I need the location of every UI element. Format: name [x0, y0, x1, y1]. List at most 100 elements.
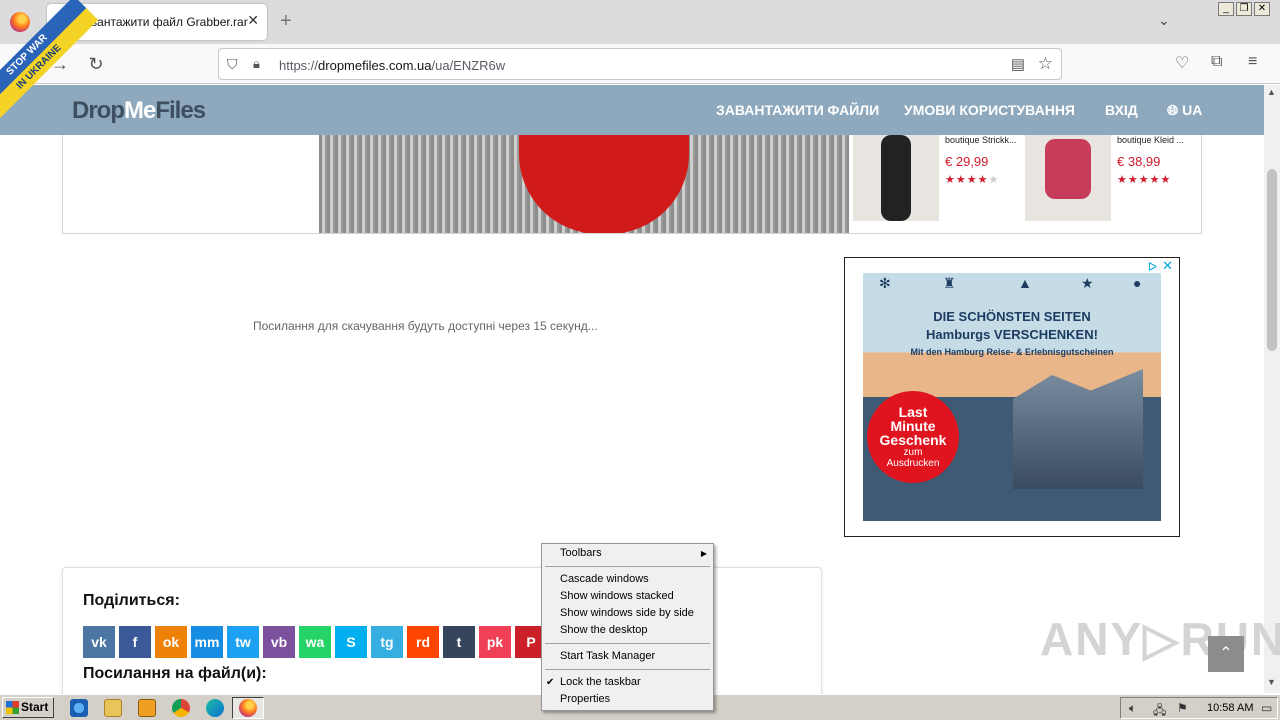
menu-item-properties[interactable]: Properties — [560, 693, 610, 705]
share-button-mm[interactable]: mm — [191, 626, 223, 658]
menu-item-task-manager[interactable]: Start Task Manager — [560, 650, 655, 662]
share-button-vb[interactable]: vb — [263, 626, 295, 658]
pocket-icon[interactable]: ♡ — [1175, 53, 1189, 73]
share-button-rd[interactable]: rd — [407, 626, 439, 658]
share-buttons: vk f ok mm tw vb wa Stg rd t pk P — [83, 626, 547, 658]
last-minute-badge: Last Minute Geschenk zum Ausdrucken — [867, 391, 959, 483]
scroll-to-top-button[interactable]: ⌃ — [1208, 636, 1244, 672]
ad-product-1[interactable]: boutique Strickk... € 29,99 ★★★★★ — [851, 135, 1026, 233]
ad-subline: Mit den Hamburg Reise- & Erlebnisgutsche… — [910, 347, 1114, 357]
ad-dress-photo[interactable] — [319, 135, 849, 233]
share-button-wa[interactable]: wa — [299, 626, 331, 658]
menu-separator — [545, 669, 710, 670]
ad-headline-1: DIE SCHÖNSTEN SEITEN — [933, 309, 1091, 324]
ad-headline-2: Hamburgs VERSCHENKEN! — [926, 327, 1098, 342]
browser-nav-bar: ← → ↻ ⛉ 🔒︎ https://dropmefiles.com.ua/ua… — [0, 44, 1280, 84]
top-banner-ad[interactable]: boutique Strickk... € 29,99 ★★★★★ boutiq… — [62, 135, 1202, 234]
reader-view-icon[interactable]: ▤ — [1011, 55, 1025, 73]
share-button-ok[interactable]: ok — [155, 626, 187, 658]
share-title: Поділиться: — [83, 592, 180, 609]
internet-explorer-icon[interactable] — [70, 699, 88, 717]
firefox-icon[interactable] — [10, 12, 30, 32]
firefox-icon — [239, 699, 257, 717]
elbphilharmonie-image — [1013, 369, 1143, 489]
url-bar[interactable]: ⛉ 🔒︎ https://dropmefiles.com.ua/ua/ENZR6… — [218, 48, 1062, 80]
nav-login[interactable]: ВХІД — [1105, 102, 1138, 118]
product-name: boutique Kleid ... — [1117, 135, 1185, 145]
product-price: € 29,99 — [945, 154, 989, 169]
media-player-icon[interactable] — [138, 699, 156, 717]
taskbar-context-menu: Toolbars ▶ Cascade windows Show windows … — [541, 543, 714, 711]
anyrun-watermark: ANY▷RUN — [1040, 613, 1280, 665]
menu-item-cascade[interactable]: Cascade windows — [560, 573, 649, 585]
url-text[interactable]: https://dropmefiles.com.ua/ua/ENZR6w — [279, 58, 505, 73]
reload-icon[interactable]: ↻ — [86, 54, 106, 74]
checkmark-icon: ✔ — [546, 677, 555, 688]
site-header: DropMeFiles ЗАВАНТАЖИТИ ФАЙЛИ УМОВИ КОРИ… — [0, 85, 1264, 135]
star-ornament-icon: ★ — [1081, 275, 1094, 291]
scroll-down-arrow-icon[interactable]: ▼ — [1267, 677, 1276, 687]
nav-terms-of-use[interactable]: УМОВИ КОРИСТУВАННЯ — [904, 102, 1075, 118]
browser-tab-bar: ➔ Завантажити файл Grabber.rar ✕ + ⌄ _ ❐… — [0, 0, 1280, 44]
chevron-up-icon: ⌃ — [1219, 645, 1233, 662]
share-button-tw[interactable]: tw — [227, 626, 259, 658]
bauble-ornament-icon: ● — [1133, 275, 1142, 291]
share-button-pk[interactable]: pk — [479, 626, 511, 658]
new-tab-button[interactable]: + — [280, 10, 292, 33]
taskbar-firefox-button[interactable] — [232, 697, 264, 719]
share-button-vk[interactable]: vk — [83, 626, 115, 658]
start-button[interactable]: Start — [2, 697, 54, 718]
volume-icon[interactable]: 🔈︎ — [1129, 701, 1136, 716]
tower-ornament-icon: ♜ — [943, 275, 956, 291]
close-window-button[interactable]: ✕ — [1254, 2, 1270, 16]
adchoices-icon[interactable]: ᐅ — [1148, 260, 1157, 274]
menu-item-lock-taskbar[interactable]: Lock the taskbar — [560, 676, 641, 688]
menu-separator — [545, 643, 710, 644]
show-desktop-icon[interactable]: ▭ — [1261, 701, 1272, 715]
share-button-f[interactable]: f — [119, 626, 151, 658]
reindeer-ornament-icon: ✻ — [879, 275, 891, 291]
share-button-t[interactable]: t — [443, 626, 475, 658]
share-button-tg[interactable]: tg — [371, 626, 403, 658]
product-rating: ★★★★★ — [945, 174, 1000, 186]
share-button-S[interactable]: S — [335, 626, 367, 658]
network-icon[interactable]: 🖧 — [1153, 701, 1166, 720]
product-image — [853, 135, 939, 221]
menu-item-toolbars[interactable]: Toolbars — [560, 547, 602, 559]
tree-ornament-icon: ▲ — [1018, 275, 1032, 291]
scroll-up-arrow-icon[interactable]: ▲ — [1267, 87, 1276, 97]
app-menu-icon[interactable]: ≡ — [1248, 53, 1257, 71]
hamburg-ad-image[interactable]: ✻ ♜ ▲ ★ ● DIE SCHÖNSTEN SEITEN Hamburgs … — [863, 273, 1161, 521]
start-label: Start — [21, 700, 49, 714]
nav-language[interactable]: 🌐︎ UA — [1167, 102, 1202, 119]
ad-product-2[interactable]: boutique Kleid ... € 38,99 ★★★★★ — [1023, 135, 1198, 233]
menu-separator — [545, 566, 710, 567]
menu-item-side-by-side[interactable]: Show windows side by side — [560, 607, 694, 619]
file-explorer-icon[interactable] — [104, 699, 122, 717]
taskbar-clock[interactable]: 10:58 AM — [1207, 702, 1253, 714]
restore-button[interactable]: ❐ — [1236, 2, 1252, 16]
bookmark-star-icon[interactable]: ☆ — [1038, 54, 1053, 74]
edge-icon[interactable] — [206, 699, 224, 717]
list-all-tabs-icon[interactable]: ⌄ — [1158, 12, 1170, 29]
lock-icon[interactable]: 🔒︎ — [253, 56, 260, 72]
extensions-icon[interactable]: ⧉ — [1211, 53, 1222, 71]
menu-item-show-desktop[interactable]: Show the desktop — [560, 624, 647, 636]
globe-icon: 🌐︎ — [1167, 102, 1179, 118]
tracking-shield-icon[interactable]: ⛉ — [227, 56, 238, 73]
side-ad[interactable]: ᐅ ✕ ✻ ♜ ▲ ★ ● DIE SCHÖNSTEN SEITEN Hambu… — [844, 257, 1180, 537]
window-controls: _ ❐ ✕ — [1218, 2, 1270, 16]
menu-item-stacked[interactable]: Show windows stacked — [560, 590, 674, 602]
dropmefiles-logo[interactable]: DropMeFiles — [72, 97, 206, 125]
chrome-icon[interactable] — [172, 699, 190, 717]
nav-upload-files[interactable]: ЗАВАНТАЖИТИ ФАЙЛИ — [716, 102, 879, 118]
ad-close-icon[interactable]: ✕ — [1162, 258, 1173, 274]
tab-title: Завантажити файл Grabber.rar — [77, 15, 248, 29]
submenu-arrow-icon: ▶ — [700, 549, 707, 558]
action-center-flag-icon[interactable]: ⚑ — [1177, 701, 1188, 715]
minimize-button[interactable]: _ — [1218, 2, 1234, 16]
page-scrollbar[interactable]: ▲ ▼ — [1264, 85, 1280, 693]
scrollbar-thumb[interactable] — [1267, 169, 1277, 351]
tab-close-icon[interactable]: ✕ — [247, 12, 259, 29]
file-links-title: Посилання на файл(и): — [83, 665, 267, 682]
